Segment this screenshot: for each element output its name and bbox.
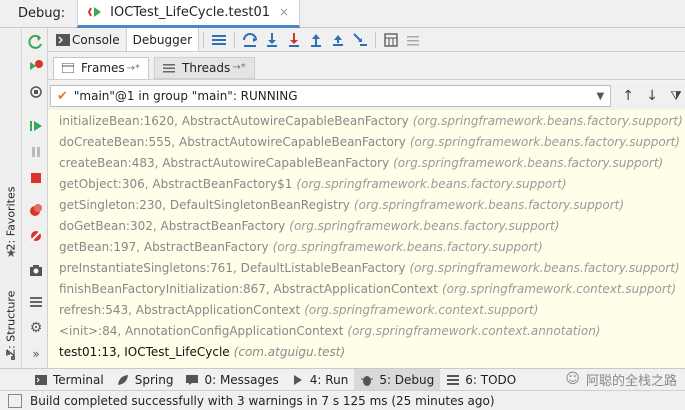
more-actions-icon[interactable]: » — [28, 346, 44, 362]
toggle-tool-windows-icon[interactable] — [8, 393, 22, 408]
pin-threads-icon[interactable]: →* — [232, 62, 245, 73]
resume-program-icon[interactable] — [28, 118, 44, 134]
step-over-icon[interactable] — [239, 29, 261, 51]
drop-frame-icon[interactable] — [327, 29, 349, 51]
pause-program-icon[interactable] — [28, 144, 44, 160]
stop-icon[interactable] — [28, 170, 44, 186]
terminal-icon — [34, 374, 48, 386]
run-icon — [291, 374, 305, 386]
spring-leaf-icon — [116, 374, 130, 386]
layout-icon[interactable] — [28, 294, 44, 310]
toolbar-separator — [234, 31, 236, 48]
view-breakpoints-icon[interactable] — [28, 202, 44, 218]
messages-icon — [185, 374, 199, 386]
tab-threads[interactable]: Threads →* — [154, 56, 255, 79]
frame-row[interactable]: initializeBean:1620, AbstractAutowireCap… — [48, 110, 685, 131]
status-bar: Build completed successfully with 3 warn… — [0, 390, 685, 410]
filter-icon[interactable]: ⧩ — [667, 89, 685, 104]
tab-todo[interactable]: 6: TODO — [440, 369, 522, 391]
run-config-tab[interactable]: IOCTest_LifeCycle.test01 × — [77, 0, 301, 28]
frame-row[interactable]: doGetBean:302, AbstractBeanFactory (org.s… — [48, 215, 685, 236]
frame-row[interactable]: doCreateBean:555, AbstractAutowireCapabl… — [48, 131, 685, 152]
run-to-cursor-icon[interactable] — [349, 29, 371, 51]
debugger-toolbar: Console Debugger — [48, 28, 685, 52]
chevron-down-icon: ▼ — [596, 90, 605, 102]
rerun-icon[interactable] — [28, 34, 44, 50]
run-tab-title: IOCTest_LifeCycle.test01 — [110, 4, 270, 20]
structure-icon — [0, 348, 22, 364]
frame-row[interactable]: getObject:306, AbstractBeanFactory$1 (org… — [48, 173, 685, 194]
junit-run-icon — [88, 5, 104, 19]
frame-row[interactable]: getBean:197, AbstractBeanFactory (org.spr… — [48, 236, 685, 257]
side-tool-strip: 2: Favorites ★ Z: Structure — [0, 28, 22, 368]
frames-threads-bar: Frames →* Threads →* — [48, 56, 685, 80]
camera-icon[interactable] — [28, 262, 44, 278]
frame-row[interactable]: <init>:84, AnnotationConfigApplicationCo… — [48, 320, 685, 341]
debug-header: Debug: IOCTest_LifeCycle.test01 × — [0, 0, 685, 28]
tab-debug[interactable]: 5: Debug — [354, 368, 441, 391]
tab-console[interactable]: Console — [48, 28, 126, 51]
next-frame-down-icon[interactable]: ↓ — [643, 88, 661, 104]
check-icon: ✔ — [57, 88, 68, 104]
debug-label: Debug: — [18, 6, 66, 21]
previous-frame-up-icon[interactable]: ↑ — [619, 88, 637, 104]
debug-left-toolbar: ⚙ » — [24, 28, 48, 368]
frames-list: initializeBean:1620, AbstractAutowireCap… — [48, 110, 685, 368]
favorites-star-icon: ★ — [5, 246, 17, 260]
close-tab-icon[interactable]: × — [279, 5, 289, 19]
step-out-icon[interactable] — [305, 29, 327, 51]
todo-list-icon — [446, 374, 460, 386]
toolbar-separator — [375, 31, 377, 48]
wechat-icon: ☺ — [565, 371, 580, 387]
settings-gear-icon[interactable]: ⚙ — [28, 320, 44, 336]
status-text: Build completed successfully with 3 warn… — [30, 393, 495, 408]
thread-dropdown[interactable]: ✔ "main"@1 in group "main": RUNNING ▼ — [50, 85, 612, 107]
pin-frames-icon[interactable]: →* — [127, 63, 140, 74]
debug-config-icon[interactable] — [28, 58, 44, 74]
tab-terminal[interactable]: Terminal — [28, 369, 110, 391]
frame-row[interactable]: finishBeanFactoryInitialization:867, Abs… — [48, 278, 685, 299]
mute-breakpoints-icon[interactable] — [28, 228, 44, 244]
step-into-icon[interactable] — [261, 29, 283, 51]
tab-messages[interactable]: 0: Messages — [179, 369, 284, 391]
evaluate-expression-icon[interactable] — [380, 29, 402, 51]
force-step-into-icon[interactable] — [283, 29, 305, 51]
tab-spring[interactable]: Spring — [110, 369, 180, 391]
show-execution-point-icon[interactable] — [208, 29, 230, 51]
threads-icon — [163, 62, 177, 74]
watermark: ☺ 阿聪的全栈之路 — [565, 371, 677, 389]
debug-bug-icon — [360, 374, 374, 386]
frames-icon — [62, 62, 76, 74]
tab-run[interactable]: 4: Run — [285, 369, 355, 391]
frame-row[interactable]: getSingleton:230, DefaultSingletonBeanRe… — [48, 194, 685, 215]
trace-stream-icon[interactable] — [402, 29, 424, 51]
tab-debugger[interactable]: Debugger — [125, 28, 200, 51]
thread-selector-row: ✔ "main"@1 in group "main": RUNNING ▼ ↑ … — [48, 84, 685, 108]
restore-layout-icon[interactable] — [28, 84, 44, 100]
frame-row[interactable]: preInstantiateSingletons:761, DefaultLis… — [48, 257, 685, 278]
frame-row[interactable]: createBean:483, AbstractAutowireCapableB… — [48, 152, 685, 173]
frame-row[interactable]: refresh:543, AbstractApplicationContext(… — [48, 299, 685, 320]
toolbar-separator — [203, 31, 205, 48]
console-icon — [54, 29, 72, 51]
frame-row-current[interactable]: test01:13, IOCTest_LifeCycle (com.atguigu… — [48, 341, 685, 362]
tab-frames[interactable]: Frames →* — [53, 56, 150, 79]
